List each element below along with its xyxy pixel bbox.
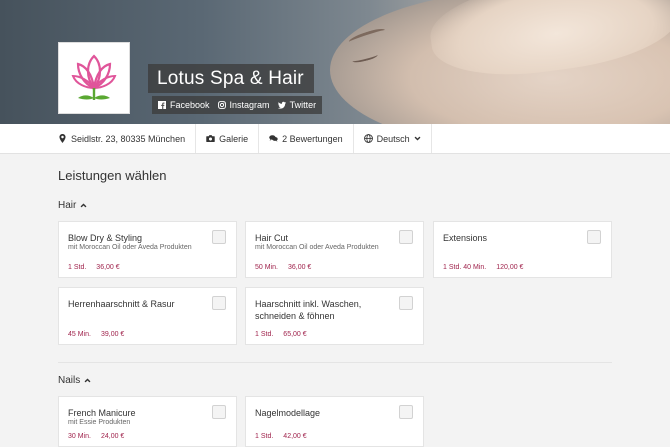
service-meta: 1 Std. 65,00 € bbox=[255, 331, 307, 338]
service-checkbox[interactable] bbox=[212, 296, 226, 310]
service-meta: 45 Min. 39,00 € bbox=[68, 331, 124, 338]
lotus-icon bbox=[71, 54, 117, 100]
camera-icon bbox=[206, 135, 215, 143]
service-duration: 45 Min. bbox=[68, 331, 91, 338]
instagram-label: Instagram bbox=[229, 100, 270, 110]
service-name: Hair Cut bbox=[255, 233, 289, 243]
service-checkbox[interactable] bbox=[587, 230, 601, 244]
gallery-label: Galerie bbox=[219, 133, 249, 144]
service-name: Herrenhaarschnitt & Rasur bbox=[68, 299, 175, 309]
service-checkbox[interactable] bbox=[399, 405, 413, 419]
service-description: mit Essie Produkten bbox=[68, 419, 131, 426]
service-name: Haarschnitt inkl. Waschen, schneiden & f… bbox=[255, 299, 362, 321]
service-card[interactable]: Extensions 1 Std. 40 Min. 120,00 € bbox=[433, 221, 612, 278]
service-name: Nagelmodellage bbox=[255, 408, 321, 418]
category-toggle-hair[interactable]: Hair bbox=[58, 200, 87, 211]
globe-icon bbox=[363, 134, 373, 143]
service-meta: 1 Std. 36,00 € bbox=[68, 264, 120, 271]
service-duration: 50 Min. bbox=[255, 264, 278, 271]
language-label: Deutsch bbox=[376, 133, 410, 144]
service-name: Blow Dry & Styling bbox=[68, 233, 143, 243]
service-meta: 50 Min. 36,00 € bbox=[255, 264, 311, 271]
reviews-label: 2 Bewertungen bbox=[282, 133, 343, 144]
instagram-icon bbox=[217, 101, 226, 109]
service-description: mit Moroccan Oil oder Aveda Produkten bbox=[255, 244, 379, 251]
service-price: 36,00 € bbox=[96, 264, 120, 271]
service-card[interactable]: French Manicure mit Essie Produkten 30 M… bbox=[58, 396, 237, 447]
twitter-label: Twitter bbox=[289, 100, 317, 110]
facebook-link[interactable]: Facebook bbox=[158, 100, 210, 110]
service-checkbox[interactable] bbox=[399, 230, 413, 244]
category-label: Nails bbox=[58, 375, 81, 386]
service-price: 36,00 € bbox=[287, 264, 312, 271]
info-bar: Seidlstr. 23, 80335 München Galerie 2 Be… bbox=[0, 124, 670, 154]
chevron-up-icon bbox=[84, 378, 91, 383]
service-meta: 1 Std. 42,00 € bbox=[255, 433, 307, 440]
page-title: Leistungen wählen bbox=[58, 168, 167, 183]
instagram-link[interactable]: Instagram bbox=[217, 100, 270, 110]
service-duration: 30 Min. bbox=[68, 433, 91, 440]
service-card[interactable]: Nagelmodellage 1 Std. 42,00 € bbox=[245, 396, 424, 447]
chevron-down-icon bbox=[414, 136, 421, 141]
service-price: 65,00 € bbox=[283, 331, 307, 338]
reviews-link[interactable]: 2 Bewertungen bbox=[259, 124, 354, 153]
facebook-icon bbox=[158, 101, 166, 109]
gallery-link[interactable]: Galerie bbox=[196, 124, 260, 153]
twitter-link[interactable]: Twitter bbox=[277, 100, 317, 110]
service-name: French Manicure bbox=[68, 408, 136, 418]
service-duration: 1 Std. bbox=[68, 264, 87, 271]
service-card[interactable]: Haarschnitt inkl. Waschen, schneiden & f… bbox=[245, 287, 424, 345]
facebook-label: Facebook bbox=[170, 100, 210, 110]
section-divider bbox=[58, 362, 612, 363]
chevron-up-icon bbox=[80, 203, 87, 208]
service-description: mit Moroccan Oil oder Aveda Produkten bbox=[68, 244, 192, 251]
service-card[interactable]: Herrenhaarschnitt & Rasur 45 Min. 39,00 € bbox=[58, 287, 237, 345]
service-duration: 1 Std. bbox=[255, 433, 274, 440]
service-checkbox[interactable] bbox=[212, 230, 226, 244]
service-checkbox[interactable] bbox=[399, 296, 413, 310]
service-card[interactable]: Hair Cut mit Moroccan Oil oder Aveda Pro… bbox=[245, 221, 424, 278]
category-label: Hair bbox=[58, 200, 77, 211]
service-meta: 1 Std. 40 Min. 120,00 € bbox=[443, 264, 523, 271]
service-meta: 30 Min. 24,00 € bbox=[68, 433, 124, 440]
map-marker-icon bbox=[59, 134, 66, 143]
service-duration: 1 Std. bbox=[255, 331, 274, 338]
address-link[interactable]: Seidlstr. 23, 80335 München bbox=[48, 124, 197, 153]
service-name: Extensions bbox=[443, 233, 488, 243]
address-text: Seidlstr. 23, 80335 München bbox=[71, 133, 186, 144]
salon-title-box: Lotus Spa & Hair bbox=[148, 64, 314, 93]
social-links: Facebook Instagram Twitter bbox=[152, 96, 323, 114]
service-price: 42,00 € bbox=[283, 433, 307, 440]
language-selector[interactable]: Deutsch bbox=[354, 124, 432, 153]
service-price: 24,00 € bbox=[100, 433, 125, 440]
service-checkbox[interactable] bbox=[212, 405, 226, 419]
comments-icon bbox=[269, 135, 278, 142]
service-duration: 1 Std. 40 Min. bbox=[443, 264, 487, 271]
salon-title: Lotus Spa & Hair bbox=[157, 68, 304, 89]
service-price: 39,00 € bbox=[100, 331, 125, 338]
salon-logo bbox=[58, 42, 130, 114]
service-price: 120,00 € bbox=[496, 264, 524, 271]
category-toggle-nails[interactable]: Nails bbox=[58, 375, 91, 386]
service-card[interactable]: Blow Dry & Styling mit Moroccan Oil oder… bbox=[58, 221, 237, 278]
twitter-icon bbox=[277, 101, 286, 109]
